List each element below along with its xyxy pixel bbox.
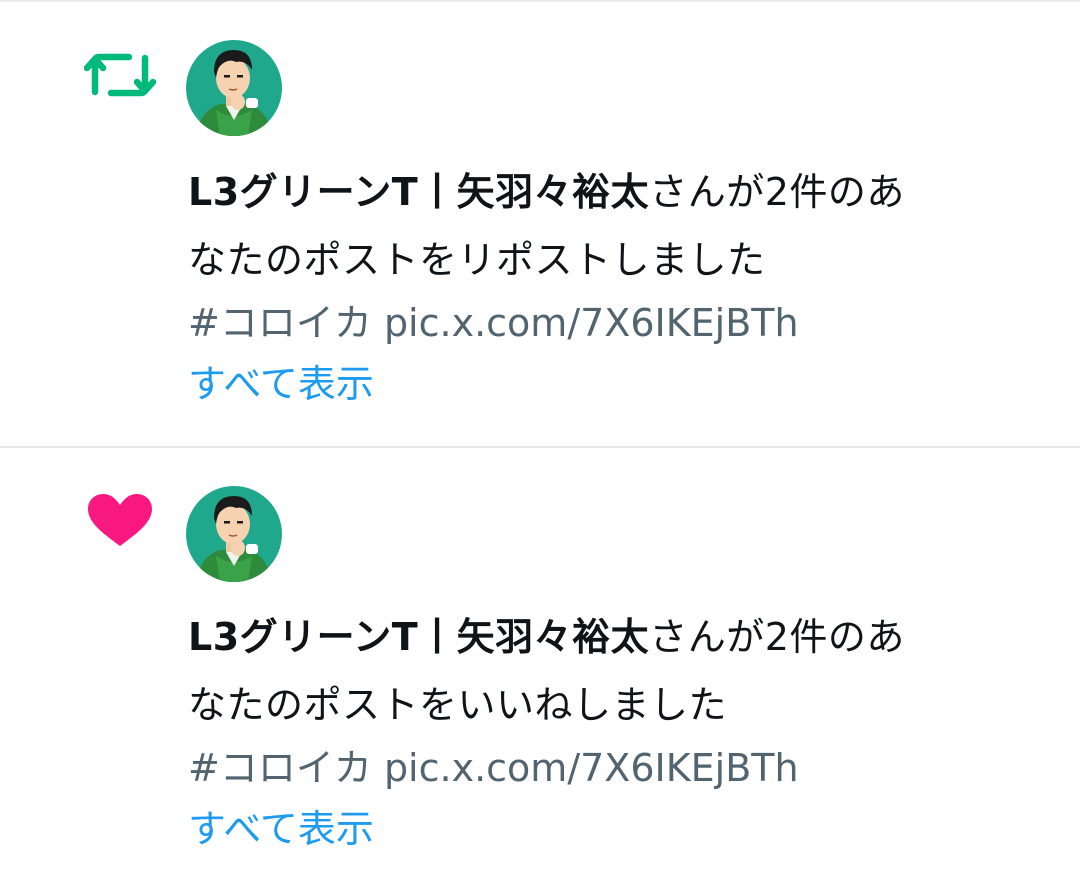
notification-repost[interactable]: L3グリーンT丨矢羽々裕太さんが2件のあ なたのポストをリポストしました #コロ…: [0, 0, 1080, 446]
avatar[interactable]: [186, 40, 282, 136]
post-preview[interactable]: #コロイカ pic.x.com/7X6IKEjBTh: [188, 737, 1048, 799]
hashtag[interactable]: #コロイカ: [188, 746, 372, 790]
avatar[interactable]: [186, 486, 282, 582]
repost-icon: [83, 44, 157, 106]
message-text: さんが2件のあ: [649, 615, 905, 659]
notification-message: L3グリーンT丨矢羽々裕太さんが2件のあ なたのポストをいいねしました: [188, 603, 1048, 739]
notification-message: L3グリーンT丨矢羽々裕太さんが2件のあ なたのポストをリポストしました: [188, 158, 1048, 294]
message-text: さんが2件のあ: [649, 170, 905, 214]
pic-link[interactable]: pic.x.com/7X6IKEjBTh: [384, 746, 799, 790]
post-preview[interactable]: #コロイカ pic.x.com/7X6IKEjBTh: [188, 292, 1048, 354]
user-name[interactable]: L3グリーンT丨矢羽々裕太: [188, 170, 649, 214]
notification-like[interactable]: L3グリーンT丨矢羽々裕太さんが2件のあ なたのポストをいいねしました #コロイ…: [0, 448, 1080, 885]
pic-link[interactable]: pic.x.com/7X6IKEjBTh: [384, 301, 799, 345]
hashtag[interactable]: #コロイカ: [188, 301, 372, 345]
heart-icon: [84, 490, 156, 552]
show-all-link[interactable]: すべて表示: [188, 799, 1048, 859]
show-all-link[interactable]: すべて表示: [188, 354, 1048, 414]
user-name[interactable]: L3グリーンT丨矢羽々裕太: [188, 615, 649, 659]
message-text-cont: なたのポストをリポストしました: [188, 238, 766, 282]
message-text-cont: なたのポストをいいねしました: [188, 683, 728, 727]
